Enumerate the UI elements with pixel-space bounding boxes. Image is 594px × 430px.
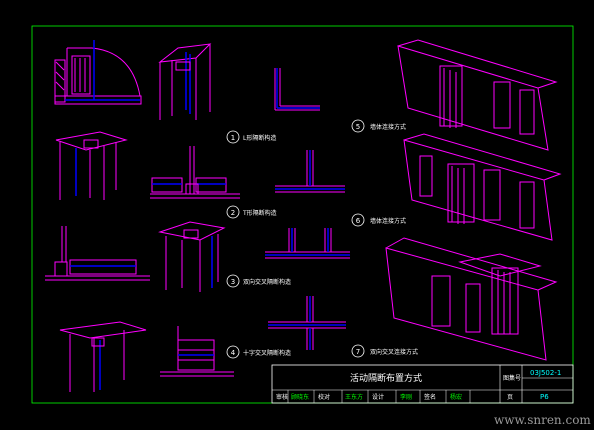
- detail-label-4: 4 十字交叉隔断构造: [226, 345, 291, 359]
- cad-drawing: 1 L形隔断构造 2 T形隔断构造 3 双向交叉隔断构造 4 十字交叉隔断构造 …: [31, 25, 591, 427]
- detail-caption-4: 十字交叉隔断构造: [243, 349, 291, 357]
- title-block: 活动隔断布置方式 图集号 03J502-1 页 P6 审核 顾晓东 校对 王东方…: [271, 364, 574, 404]
- sig-role-review: 审核: [276, 393, 288, 401]
- detail-6-wall: [403, 133, 562, 241]
- detail-label-3: 3 双向交叉隔断构造: [226, 274, 291, 288]
- detail-label-1: 1 L形隔断构造: [226, 130, 276, 144]
- detail-caption-5: 墙体连接方式: [370, 123, 406, 131]
- page-number: P6: [540, 393, 549, 401]
- detail-7-wall: [385, 237, 558, 361]
- detail-label-7: 7 双向交叉连接方式: [351, 344, 418, 358]
- detail-3-section-left: [45, 226, 150, 281]
- detail-label-5: 5 墙体连接方式: [351, 119, 406, 133]
- detail-2-section: [150, 146, 240, 199]
- detail-2-3d-left: [55, 131, 128, 200]
- sig-name-design: 李刚: [400, 393, 412, 401]
- watermark-text: www.snren.com: [494, 413, 591, 427]
- plan-t-shape: [275, 150, 345, 193]
- detail-caption-6: 墙体连接方式: [370, 217, 406, 225]
- detail-label-2: 2 T形隔断构造: [226, 205, 277, 219]
- detail-1-3d: [158, 43, 212, 120]
- detail-number-7: 7: [356, 348, 360, 356]
- detail-4-section: [160, 326, 234, 377]
- plan-double-cross: [265, 228, 350, 259]
- detail-number-5: 5: [356, 123, 360, 131]
- detail-number-3: 3: [231, 278, 235, 286]
- detail-caption-2: T形隔断构造: [242, 209, 277, 217]
- detail-caption-7: 双向交叉连接方式: [370, 348, 418, 356]
- detail-number-4: 4: [231, 349, 236, 357]
- plan-l-shape: [274, 68, 320, 111]
- sig-role-design: 设计: [372, 393, 384, 401]
- plan-cross: [268, 296, 346, 350]
- sig-name-sign: 杨宏: [450, 393, 462, 401]
- detail-3-3d: [158, 221, 226, 292]
- detail-4-3d-left: [59, 321, 147, 392]
- drawing-title: 活动隔断布置方式: [350, 372, 422, 384]
- detail-number-2: 2: [231, 209, 235, 217]
- detail-number-1: 1: [231, 134, 235, 142]
- page-label: 页: [507, 394, 513, 401]
- detail-5-wall: [397, 39, 558, 151]
- detail-1-plan: [54, 40, 142, 105]
- atlas-code: 03J502-1: [530, 369, 561, 377]
- sig-role-sign: 签名: [424, 393, 436, 401]
- drawing-frame: [31, 25, 574, 404]
- sig-name-check: 王东方: [345, 393, 363, 401]
- detail-label-6: 6 墙体连接方式: [351, 213, 406, 227]
- detail-caption-1: L形隔断构造: [243, 134, 276, 142]
- sig-name-review: 顾晓东: [291, 393, 309, 401]
- detail-caption-3: 双向交叉隔断构造: [243, 278, 291, 286]
- detail-number-6: 6: [356, 217, 361, 225]
- sig-role-check: 校对: [318, 393, 330, 401]
- atlas-code-label: 图集号: [503, 374, 521, 382]
